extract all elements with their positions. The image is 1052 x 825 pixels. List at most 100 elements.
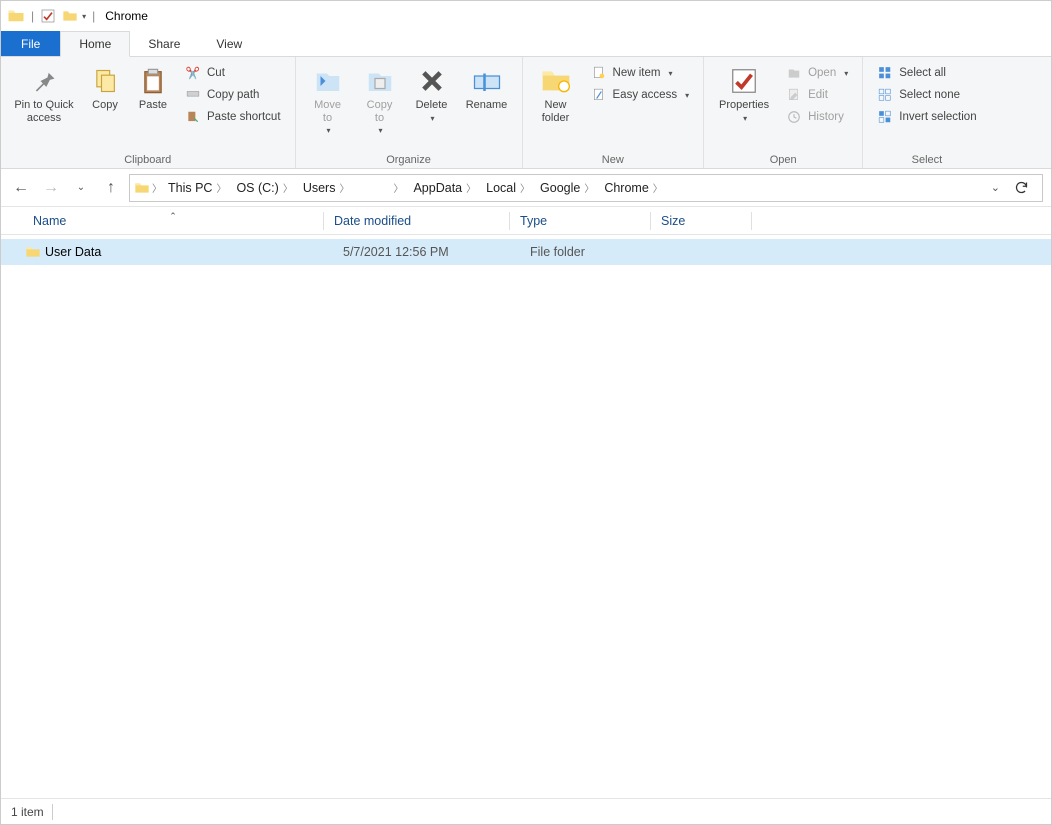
address-bar-row: ← → ⌄ ↑ 〉 This PC〉 OS (C:)〉 Users〉 〉 App…: [1, 169, 1051, 207]
delete-icon: [416, 65, 448, 97]
invert-selection-icon: [877, 109, 893, 125]
ribbon: Pin to Quick access Copy Paste ✂️Cut Cop…: [1, 57, 1051, 169]
sort-indicator-icon: ⌃: [169, 211, 177, 222]
forward-button[interactable]: →: [39, 176, 63, 200]
chevron-down-icon: ▾: [379, 126, 383, 135]
chevron-right-icon[interactable]: 〉: [152, 180, 162, 195]
copy-button[interactable]: Copy: [83, 61, 127, 116]
chevron-down-icon: ▾: [668, 69, 672, 78]
title-bar: | ▾ | Chrome: [1, 1, 1051, 31]
select-all-icon: [877, 65, 893, 81]
file-type: File folder: [530, 245, 672, 259]
group-clipboard: Pin to Quick access Copy Paste ✂️Cut Cop…: [1, 57, 296, 168]
move-to-button[interactable]: Move to▾: [304, 61, 352, 139]
recent-locations-button[interactable]: ⌄: [69, 176, 93, 200]
breadcrumb-item[interactable]: Chrome〉: [600, 180, 666, 195]
copy-path-icon: [185, 87, 201, 103]
history-button[interactable]: History: [780, 107, 854, 127]
scissors-icon: ✂️: [185, 65, 201, 81]
paste-button[interactable]: Paste: [131, 61, 175, 116]
breadcrumb-item[interactable]: Google〉: [536, 180, 598, 195]
column-separator[interactable]: [751, 212, 752, 230]
chevron-right-icon: 〉: [391, 180, 403, 195]
move-to-icon: [312, 65, 344, 97]
select-all-button[interactable]: Select all: [871, 63, 982, 83]
qat-dropdown-icon[interactable]: ▾: [82, 12, 86, 21]
column-type[interactable]: Type: [510, 214, 650, 228]
pin-icon: [28, 65, 60, 97]
chevron-down-icon: ▾: [327, 126, 331, 135]
chevron-down-icon: ▾: [685, 91, 689, 100]
chevron-right-icon: 〉: [214, 180, 226, 195]
invert-selection-button[interactable]: Invert selection: [871, 107, 982, 127]
copy-icon: [89, 65, 121, 97]
open-button[interactable]: Open▾: [780, 63, 854, 83]
chevron-right-icon: 〉: [464, 180, 476, 195]
paste-shortcut-icon: [185, 109, 201, 125]
new-item-icon: [591, 65, 607, 81]
column-date-modified[interactable]: Date modified: [324, 214, 509, 228]
rename-icon: [471, 65, 503, 97]
delete-button[interactable]: Delete▾: [408, 61, 456, 127]
breadcrumb-item[interactable]: Local〉: [482, 180, 534, 195]
copy-to-button[interactable]: Copy to▾: [356, 61, 404, 139]
breadcrumb-item[interactable]: 〉: [355, 180, 407, 195]
new-folder-button[interactable]: New folder: [531, 61, 581, 128]
breadcrumb-item[interactable]: OS (C:)〉: [232, 180, 296, 195]
copy-path-button[interactable]: Copy path: [179, 85, 287, 105]
select-none-button[interactable]: Select none: [871, 85, 982, 105]
tab-home[interactable]: Home: [60, 31, 130, 57]
ribbon-tabs: File Home Share View: [1, 31, 1051, 57]
tab-view[interactable]: View: [198, 31, 260, 56]
group-new: New folder New item▾ Easy access▾ New: [523, 57, 705, 168]
breadcrumb-item[interactable]: This PC〉: [164, 180, 230, 195]
tab-share[interactable]: Share: [130, 31, 198, 56]
breadcrumb-item[interactable]: Users〉: [299, 180, 354, 195]
window-title: Chrome: [101, 9, 148, 23]
paste-icon: [137, 65, 169, 97]
file-date: 5/7/2021 12:56 PM: [343, 245, 530, 259]
chevron-right-icon: 〉: [518, 180, 530, 195]
group-select: Select all Select none Invert selection …: [863, 57, 990, 168]
chevron-right-icon: 〉: [582, 180, 594, 195]
file-name: User Data: [45, 245, 343, 259]
file-row[interactable]: User Data 5/7/2021 12:56 PM File folder: [1, 239, 1051, 265]
easy-access-button[interactable]: Easy access▾: [585, 85, 696, 105]
up-button[interactable]: ↑: [99, 176, 123, 200]
easy-access-icon: [591, 87, 607, 103]
group-organize: Move to▾ Copy to▾ Delete▾ Rename Organiz…: [296, 57, 523, 168]
cut-button[interactable]: ✂️Cut: [179, 63, 287, 83]
chevron-right-icon: 〉: [651, 180, 663, 195]
rename-button[interactable]: Rename: [460, 61, 514, 116]
qat-properties-icon[interactable]: [40, 8, 56, 24]
tab-file[interactable]: File: [1, 31, 60, 56]
chevron-down-icon: ▾: [431, 114, 435, 123]
back-button[interactable]: ←: [9, 176, 33, 200]
folder-icon: [25, 244, 45, 260]
pin-to-quick-access-button[interactable]: Pin to Quick access: [9, 61, 79, 128]
properties-icon: [728, 65, 760, 97]
new-item-button[interactable]: New item▾: [585, 63, 696, 83]
column-name[interactable]: Name⌃: [23, 214, 323, 228]
edit-button[interactable]: Edit: [780, 85, 854, 105]
folder-icon: [134, 180, 150, 196]
paste-shortcut-button[interactable]: Paste shortcut: [179, 107, 287, 127]
properties-button[interactable]: Properties▾: [712, 61, 776, 127]
edit-icon: [786, 87, 802, 103]
qat-folder-icon[interactable]: [62, 8, 78, 24]
address-bar[interactable]: 〉 This PC〉 OS (C:)〉 Users〉 〉 AppData〉 Lo…: [129, 174, 1043, 202]
address-dropdown-icon[interactable]: ⌄: [991, 181, 1000, 194]
column-size[interactable]: Size: [651, 214, 751, 228]
file-list[interactable]: User Data 5/7/2021 12:56 PM File folder: [1, 235, 1051, 798]
quick-access-toolbar: ▾: [40, 8, 86, 24]
breadcrumb-item[interactable]: AppData〉: [409, 180, 480, 195]
separator: |: [29, 9, 36, 23]
column-header: Name⌃ Date modified Type Size: [1, 207, 1051, 235]
history-icon: [786, 109, 802, 125]
select-none-icon: [877, 87, 893, 103]
refresh-button[interactable]: [1010, 177, 1032, 199]
folder-icon: [7, 7, 25, 25]
item-count: 1 item: [11, 805, 44, 819]
status-bar: 1 item: [1, 798, 1051, 824]
group-open: Properties▾ Open▾ Edit History Open: [704, 57, 863, 168]
